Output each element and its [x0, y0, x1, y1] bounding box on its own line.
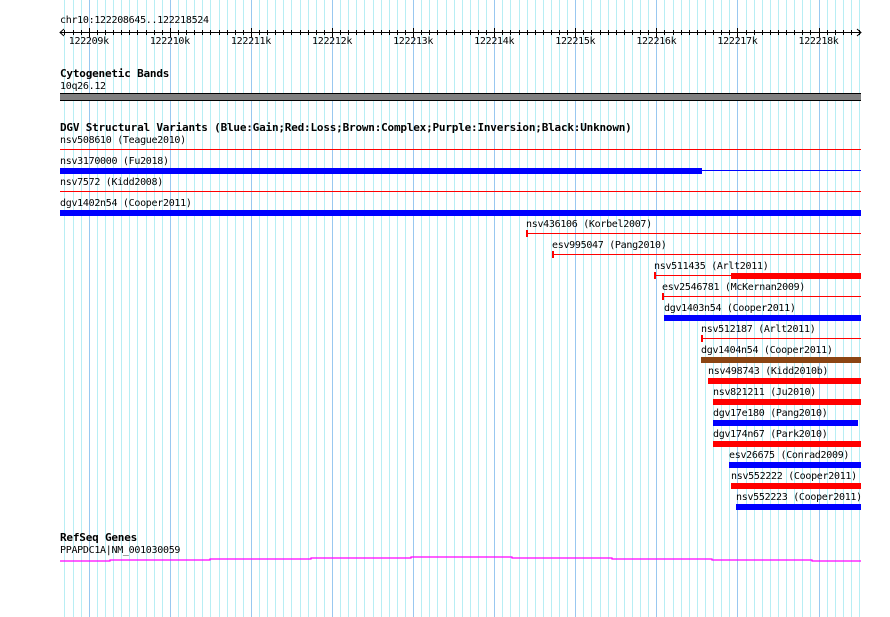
feature-line[interactable] — [526, 233, 861, 234]
feature-label[interactable]: nsv552223 (Cooper2011) — [736, 492, 862, 503]
tick-label: 122218k — [798, 36, 838, 47]
feature-start-tick — [662, 293, 664, 300]
tick-label: 122211k — [231, 36, 271, 47]
feature-start-tick — [654, 272, 656, 279]
feature-line[interactable] — [701, 338, 861, 339]
genome-browser-view: chr10:122208645..122218524 122209k 122210… — [0, 0, 890, 617]
location-label: chr10:122208645..122218524 — [60, 15, 209, 26]
feature-label[interactable]: dgv1402n54 (Cooper2011) — [60, 198, 192, 209]
tick-label: 122215k — [555, 36, 595, 47]
refseq-track-title: RefSeq Genes — [60, 531, 138, 544]
tick-label: 122212k — [312, 36, 352, 47]
feature-label[interactable]: nsv3170000 (Fu2018) — [60, 156, 169, 167]
tick-label: 122216k — [636, 36, 676, 47]
feature-bar[interactable] — [713, 399, 861, 405]
feature-label[interactable]: nsv821211 (Ju2010) — [713, 387, 816, 398]
dgv-track-title: DGV Structural Variants (Blue:Gain;Red:L… — [60, 121, 632, 134]
feature-bar[interactable] — [729, 462, 861, 468]
feature-bar[interactable] — [731, 483, 861, 489]
cytoband-track-title: Cytogenetic Bands — [60, 67, 170, 80]
feature-bar[interactable] — [731, 273, 861, 279]
feature-label[interactable]: esv995047 (Pang2010) — [552, 240, 667, 251]
feature-label[interactable]: nsv552222 (Cooper2011) — [731, 471, 857, 482]
feature-bar[interactable] — [736, 504, 861, 510]
feature-bar[interactable] — [708, 378, 861, 384]
feature-label[interactable]: dgv1404n54 (Cooper2011) — [701, 345, 833, 356]
feature-bar[interactable] — [60, 168, 702, 174]
feature-label[interactable]: nsv512187 (Arlt2011) — [701, 324, 816, 335]
tick-label: 122209k — [69, 36, 109, 47]
tick-label: 122210k — [150, 36, 190, 47]
feature-line[interactable] — [60, 191, 861, 192]
feature-label[interactable]: nsv7572 (Kidd2008) — [60, 177, 163, 188]
feature-bar[interactable] — [701, 357, 861, 363]
feature-bar[interactable] — [713, 420, 858, 426]
feature-label[interactable]: dgv174n67 (Park2010) — [713, 429, 828, 440]
feature-line[interactable] — [60, 149, 861, 150]
feature-label[interactable]: esv26675 (Conrad2009) — [729, 450, 849, 461]
feature-bar[interactable] — [664, 315, 861, 321]
ruler[interactable]: 122209k 122210k 122211k 122212k 122213k 12221… — [0, 26, 890, 50]
feature-bar[interactable] — [60, 210, 861, 216]
feature-label[interactable]: nsv498743 (Kidd2010b) — [708, 366, 828, 377]
feature-label[interactable]: dgv17e180 (Pang2010) — [713, 408, 828, 419]
feature-line[interactable] — [662, 296, 861, 297]
tick-label: 122217k — [717, 36, 757, 47]
feature-label[interactable]: dgv1403n54 (Cooper2011) — [664, 303, 796, 314]
cytoband-label: 10q26.12 — [60, 81, 106, 92]
feature-start-tick — [526, 230, 528, 237]
feature-label[interactable]: nsv436106 (Korbel2007) — [526, 219, 652, 230]
tick-label: 122213k — [393, 36, 433, 47]
feature-start-tick — [552, 251, 554, 258]
feature-line[interactable] — [552, 254, 861, 255]
feature-start-tick — [701, 335, 703, 342]
gene-model[interactable] — [0, 550, 890, 566]
feature-bar[interactable] — [713, 441, 861, 447]
feature-label[interactable]: nsv508610 (Teague2010) — [60, 135, 186, 146]
feature-label[interactable]: esv2546781 (McKernan2009) — [662, 282, 805, 293]
feature-label[interactable]: nsv511435 (Arlt2011) — [654, 261, 769, 272]
cytoband-bar[interactable] — [60, 93, 861, 101]
tick-label: 122214k — [474, 36, 514, 47]
